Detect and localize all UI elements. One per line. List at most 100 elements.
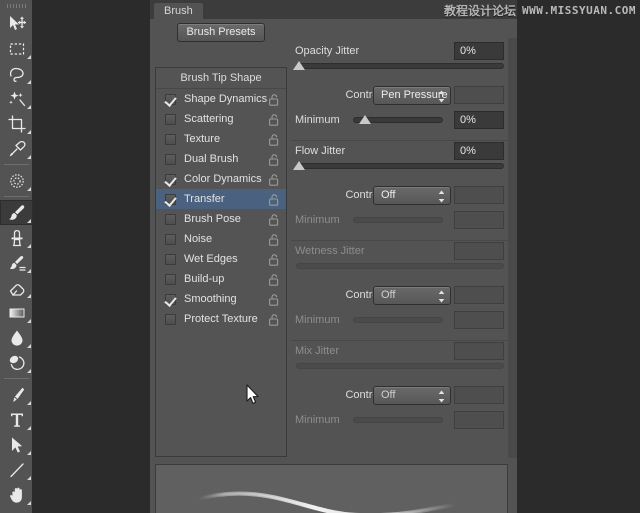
flow-jitter-slider-track[interactable]	[296, 163, 504, 169]
checkbox-icon[interactable]	[165, 213, 176, 225]
lock-icon[interactable]	[269, 153, 279, 166]
lock-icon[interactable]	[269, 273, 279, 286]
brush-option-smoothing[interactable]: Smoothing	[156, 289, 286, 309]
lock-icon[interactable]	[269, 233, 279, 246]
opacity-jitter-slider[interactable]	[291, 61, 508, 77]
lock-icon[interactable]	[269, 293, 279, 306]
checkbox-icon[interactable]	[165, 233, 176, 245]
line-shape-icon	[8, 461, 26, 479]
flow-jitter-minimum-value[interactable]	[454, 211, 504, 229]
brush-option-build-up[interactable]: Build-up	[156, 269, 286, 289]
checkbox-icon[interactable]	[165, 293, 176, 305]
tool-eraser-icon[interactable]	[0, 275, 33, 300]
brush-option-protect-texture[interactable]: Protect Texture	[156, 309, 286, 329]
lock-icon	[269, 314, 279, 326]
wetness-jitter-slider-track[interactable]	[296, 263, 504, 269]
checkbox-icon[interactable]	[165, 113, 176, 125]
toolbar-grip[interactable]	[0, 0, 32, 11]
opacity-jitter-control-extra[interactable]	[454, 86, 504, 104]
mix-jitter-control-select[interactable]: Off	[373, 386, 451, 405]
tool-move-icon[interactable]	[0, 11, 33, 36]
lock-icon	[269, 234, 279, 246]
tool-line-shape-icon[interactable]	[0, 457, 33, 482]
wetness-jitter-slider[interactable]	[291, 263, 508, 277]
lock-icon[interactable]	[269, 193, 279, 206]
wetness-jitter-control-select[interactable]: Off	[373, 286, 451, 305]
opacity-jitter-minimum-value[interactable]: 0%	[454, 111, 504, 129]
tool-history-brush-icon[interactable]	[0, 250, 33, 275]
tool-magic-wand-icon[interactable]	[0, 86, 33, 111]
flow-jitter-slider[interactable]	[291, 161, 508, 177]
tool-blur-drop-icon[interactable]	[0, 325, 33, 350]
brush-option-scattering[interactable]: Scattering	[156, 109, 286, 129]
brush-presets-button[interactable]: Brush Presets	[177, 23, 265, 42]
checkbox-icon[interactable]	[165, 273, 176, 285]
mix-jitter-slider[interactable]	[291, 363, 508, 377]
opacity-jitter-slider-track[interactable]	[296, 63, 504, 69]
lock-icon[interactable]	[269, 173, 279, 186]
tool-crop-icon[interactable]	[0, 111, 33, 136]
flow-jitter-control-extra[interactable]	[454, 186, 504, 204]
brush-option-brush-pose[interactable]: Brush Pose	[156, 209, 286, 229]
wetness-jitter-label: Wetness Jitter	[295, 245, 365, 257]
lock-icon[interactable]	[269, 133, 279, 146]
wetness-jitter-minimum-track[interactable]	[353, 317, 443, 323]
brush-option-texture[interactable]: Texture	[156, 129, 286, 149]
brush-option-wet-edges[interactable]: Wet Edges	[156, 249, 286, 269]
lasso-icon	[8, 65, 26, 83]
checkbox-icon[interactable]	[165, 253, 176, 265]
checkbox-icon[interactable]	[165, 133, 176, 145]
mix-jitter-minimum-track[interactable]	[353, 417, 443, 423]
lock-icon[interactable]	[269, 113, 279, 126]
mix-jitter-minimum-value[interactable]	[454, 411, 504, 429]
tab-brush[interactable]: Brush	[154, 3, 203, 19]
lock-icon	[269, 134, 279, 146]
flow-jitter-slider-thumb[interactable]	[293, 161, 305, 170]
tool-pen-icon[interactable]	[0, 382, 33, 407]
tool-dodge-icon[interactable]	[0, 350, 33, 375]
brush-tip-shape-header[interactable]: Brush Tip Shape	[156, 68, 286, 89]
lock-icon[interactable]	[269, 253, 279, 266]
brush-option-dual-brush[interactable]: Dual Brush	[156, 149, 286, 169]
wetness-jitter-minimum-value[interactable]	[454, 311, 504, 329]
mix-jitter-value[interactable]	[454, 342, 504, 360]
checkbox-icon[interactable]	[165, 173, 176, 185]
wetness-jitter-control-extra[interactable]	[454, 286, 504, 304]
brush-option-color-dynamics[interactable]: Color Dynamics	[156, 169, 286, 189]
panel-scrollbar[interactable]	[508, 38, 517, 458]
mix-jitter-control-extra[interactable]	[454, 386, 504, 404]
checkbox-icon[interactable]	[165, 153, 176, 165]
mix-jitter-slider-track[interactable]	[296, 363, 504, 369]
checkbox-icon[interactable]	[165, 193, 176, 205]
tool-spot-healing-icon[interactable]	[0, 168, 33, 193]
opacity-jitter-minimum-thumb[interactable]	[359, 115, 372, 124]
brush-option-noise[interactable]: Noise	[156, 229, 286, 249]
tool-path-selection-icon[interactable]	[0, 432, 33, 457]
checkbox-icon[interactable]	[165, 313, 176, 325]
opacity-jitter-control-select[interactable]: Pen Pressure	[373, 86, 451, 105]
flow-jitter-minimum-track[interactable]	[353, 217, 443, 223]
lock-icon[interactable]	[269, 313, 279, 326]
wetness-jitter-value[interactable]	[454, 242, 504, 260]
tool-brush-icon[interactable]	[0, 200, 33, 225]
tool-gradient-icon[interactable]	[0, 300, 33, 325]
lock-icon[interactable]	[269, 93, 279, 106]
tool-lasso-icon[interactable]	[0, 61, 33, 86]
checkbox-icon[interactable]	[165, 93, 176, 105]
flow-jitter-control-select[interactable]: Off	[373, 186, 451, 205]
lock-icon[interactable]	[269, 213, 279, 226]
tool-rectangular-marquee-icon[interactable]	[0, 36, 33, 61]
brush-option-shape-dynamics[interactable]: Shape Dynamics	[156, 89, 286, 109]
tool-type-icon[interactable]	[0, 407, 33, 432]
tool-clone-stamp-icon[interactable]	[0, 225, 33, 250]
flow-jitter-label: Flow Jitter	[295, 145, 346, 157]
section-mix-jitter: Mix Jitter Control: Off Minimum	[291, 340, 508, 434]
opacity-jitter-slider-thumb[interactable]	[293, 61, 305, 70]
tool-eyedropper-icon[interactable]	[0, 136, 33, 161]
opacity-jitter-value[interactable]: 0%	[454, 42, 504, 60]
type-icon	[8, 411, 26, 429]
brush-option-transfer[interactable]: Transfer	[156, 189, 286, 209]
tool-hand-icon[interactable]	[0, 482, 33, 507]
blur-drop-icon	[8, 329, 26, 347]
flow-jitter-value[interactable]: 0%	[454, 142, 504, 160]
